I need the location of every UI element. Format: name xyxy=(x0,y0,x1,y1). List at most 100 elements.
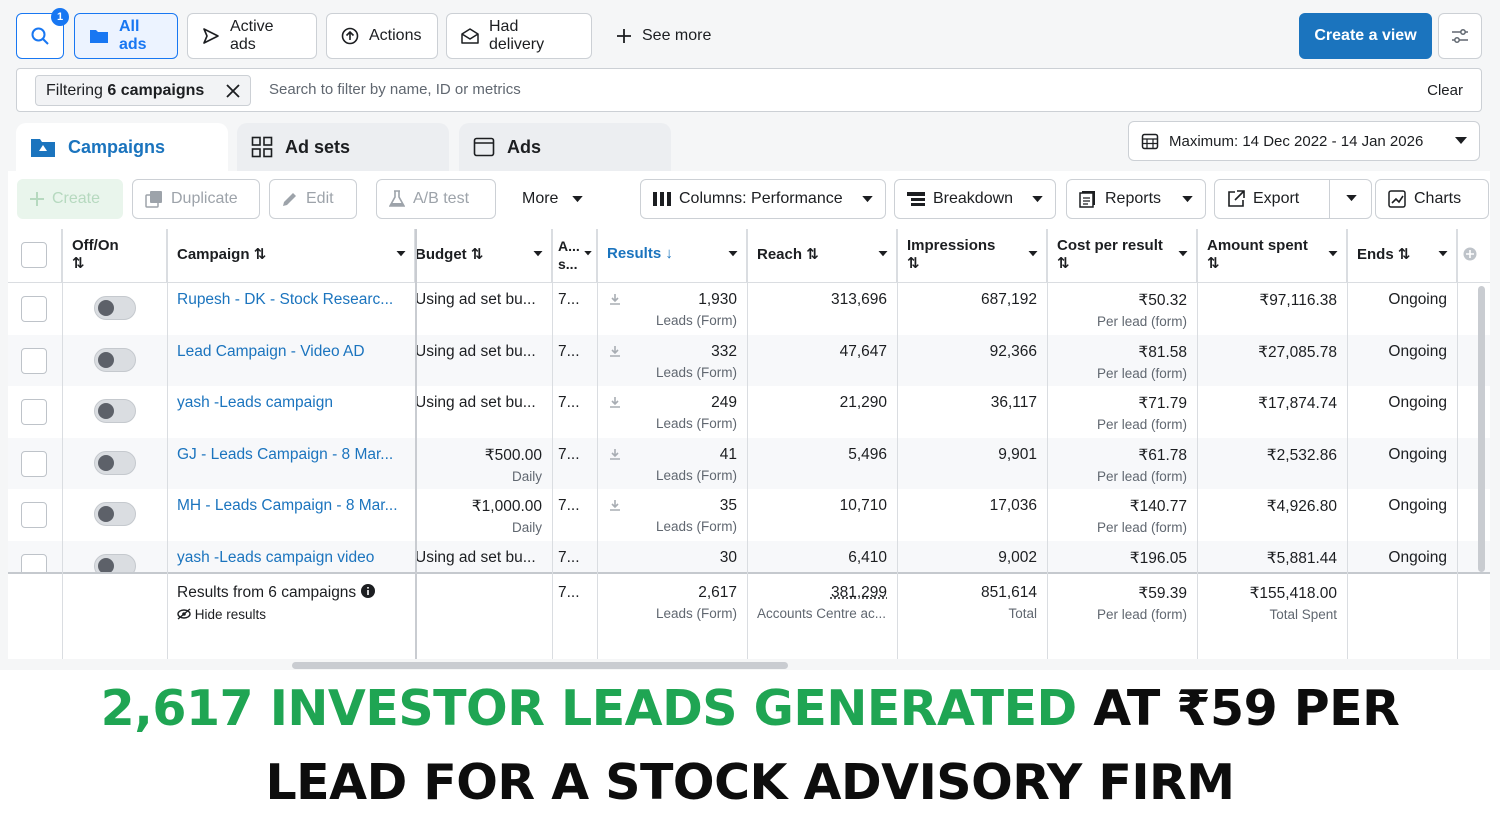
row-checkbox[interactable] xyxy=(21,554,47,572)
create-button[interactable]: Create xyxy=(17,179,123,219)
header-off-on[interactable]: Off/On ⇅ xyxy=(62,229,167,283)
columns-dropdown[interactable]: Columns: Performance xyxy=(640,179,886,219)
campaign-name-link[interactable]: Lead Campaign - Video AD xyxy=(177,343,365,360)
totals-impressions-value: 851,614 xyxy=(980,584,1037,601)
view-settings-button[interactable] xyxy=(1438,13,1482,59)
caret-down-icon xyxy=(1182,195,1193,202)
row-checkbox[interactable] xyxy=(21,502,47,529)
date-range-label: Maximum: 14 Dec 2022 - 14 Jan 2026 xyxy=(1169,132,1424,150)
duplicate-button[interactable]: Duplicate xyxy=(132,179,260,219)
caret-down-icon[interactable] xyxy=(1346,195,1357,202)
header-attribution[interactable]: A... s... xyxy=(552,229,597,283)
table-row[interactable]: yash -Leads campaign Using ad set bu... 7.… xyxy=(8,386,1490,437)
impressions-cell: 17,036 xyxy=(989,497,1037,515)
clear-button[interactable]: Clear xyxy=(1427,82,1463,99)
tab-ad-sets[interactable]: Ad sets xyxy=(237,123,449,171)
table-row[interactable]: Rupesh - DK - Stock Researc... Using ad s… xyxy=(8,283,1490,334)
search-button[interactable]: 1 xyxy=(16,8,69,59)
select-all-checkbox[interactable] xyxy=(21,242,47,268)
attribution-cell: 7... xyxy=(558,549,580,566)
charts-button[interactable]: Charts xyxy=(1375,179,1489,219)
table-row[interactable]: Lead Campaign - Video AD Using ad set bu.… xyxy=(8,334,1490,386)
edit-button[interactable]: Edit xyxy=(269,179,357,219)
campaign-toggle[interactable] xyxy=(94,399,136,424)
cpr-value: ₹81.58 xyxy=(1138,343,1187,361)
vertical-scrollbar[interactable] xyxy=(1478,286,1485,572)
header-results[interactable]: Results ↓ xyxy=(597,229,747,283)
header-budget[interactable]: Budget ⇅ xyxy=(415,229,552,283)
campaign-name-link[interactable]: GJ - Leads Campaign - 8 Mar... xyxy=(177,446,393,463)
budget-value: Using ad set bu... xyxy=(415,342,536,360)
actions-button[interactable]: Actions xyxy=(326,13,438,59)
create-view-button[interactable]: Create a view xyxy=(1299,13,1432,59)
all-ads-button[interactable]: All ads xyxy=(74,13,178,59)
budget-cell: Using ad set bu... xyxy=(415,541,552,572)
header-amount-spent[interactable]: Amount spent ⇅ xyxy=(1197,229,1347,283)
campaign-name-link[interactable]: yash -Leads campaign xyxy=(177,394,333,411)
header-ends[interactable]: Ends ⇅ xyxy=(1347,229,1457,283)
filter-chip-label: Filtering 6 campaigns xyxy=(46,81,205,99)
active-ads-button[interactable]: Active ads xyxy=(187,13,317,59)
campaign-toggle[interactable] xyxy=(94,502,136,527)
results-value: 249 xyxy=(711,394,737,412)
header-cost-per-result[interactable]: Cost per result ⇅ xyxy=(1047,229,1197,283)
info-icon[interactable] xyxy=(360,584,375,598)
totals-row: Results from 6 campaigns Hide results 7.… xyxy=(8,572,1490,659)
budget-value: Using ad set bu... xyxy=(415,394,536,412)
caret-down-icon xyxy=(1028,251,1038,257)
table-row[interactable]: GJ - Leads Campaign - 8 Mar... ₹500.00 Dai… xyxy=(8,437,1490,489)
row-checkbox[interactable] xyxy=(21,347,47,374)
select-all-header xyxy=(8,229,62,283)
column-divider xyxy=(1457,229,1458,659)
campaign-name-link[interactable]: MH - Leads Campaign - 8 Mar... xyxy=(177,497,398,514)
had-delivery-button[interactable]: Had delivery xyxy=(446,13,592,59)
campaign-toggle[interactable] xyxy=(94,450,136,475)
more-button[interactable]: More xyxy=(510,179,596,219)
attribution-cell: 7... xyxy=(558,342,580,360)
filter-chip[interactable]: Filtering 6 campaigns xyxy=(35,75,252,106)
totals-label-cell: Results from 6 campaigns Hide results xyxy=(167,574,415,659)
attribution-cell: 7... xyxy=(558,445,580,463)
caret-down-icon xyxy=(1178,251,1188,257)
row-checkbox[interactable] xyxy=(21,450,47,477)
tab-ads[interactable]: Ads xyxy=(459,123,671,171)
table-row[interactable]: MH - Leads Campaign - 8 Mar... ₹1,000.00 D… xyxy=(8,489,1490,540)
totals-reach: 381,299 Accounts Centre ac... xyxy=(747,574,897,659)
horizontal-scrollbar[interactable] xyxy=(292,662,788,669)
search-input[interactable]: Search to filter by name, ID or metrics xyxy=(269,81,521,98)
campaign-toggle[interactable] xyxy=(94,347,136,372)
breakdown-dropdown[interactable]: Breakdown xyxy=(894,179,1056,219)
row-checkbox[interactable] xyxy=(21,399,47,426)
cost-per-result-cell: ₹50.32 Per lead (form) xyxy=(1047,283,1197,334)
row-checkbox[interactable] xyxy=(21,296,47,322)
reports-dropdown[interactable]: Reports xyxy=(1066,179,1206,219)
ab-test-button[interactable]: A/B test xyxy=(376,179,496,219)
reach-cell: 313,696 xyxy=(830,291,887,308)
column-divider xyxy=(597,229,598,659)
hide-results-link[interactable]: Hide results xyxy=(177,607,405,622)
results-value: 332 xyxy=(711,342,737,360)
totals-reach-value[interactable]: 381,299 xyxy=(757,584,887,602)
header-reach[interactable]: Reach ⇅ xyxy=(747,229,897,283)
header-impressions[interactable]: Impressions ⇅ xyxy=(897,229,1047,283)
see-more-button[interactable]: See more xyxy=(602,13,725,59)
close-icon[interactable] xyxy=(226,83,240,98)
campaign-name-link[interactable]: Rupesh - DK - Stock Researc... xyxy=(177,291,393,308)
campaign-toggle[interactable] xyxy=(94,554,136,572)
table-row[interactable]: yash -Leads campaign video Using ad set b… xyxy=(8,541,1490,572)
results-cell: 249 Leads (Form) xyxy=(597,386,747,437)
edit-label: Edit xyxy=(306,190,334,207)
totals-cpr: ₹59.39 Per lead (form) xyxy=(1047,574,1197,659)
amount-spent-cell: ₹97,116.38 xyxy=(1259,292,1337,309)
add-column-header[interactable] xyxy=(1457,229,1490,283)
had-delivery-label: Had delivery xyxy=(489,18,545,53)
date-range-picker[interactable]: Maximum: 14 Dec 2022 - 14 Jan 2026 xyxy=(1128,121,1480,161)
campaign-toggle[interactable] xyxy=(94,296,136,320)
tab-campaigns[interactable]: Campaigns xyxy=(16,123,228,171)
export-button[interactable]: Export xyxy=(1214,179,1372,219)
actions-label: Actions xyxy=(369,27,422,44)
cpr-sub: Per lead (form) xyxy=(1096,365,1187,381)
header-campaign[interactable]: Campaign ⇅ xyxy=(167,229,415,283)
campaign-name-link[interactable]: yash -Leads campaign video xyxy=(177,549,374,566)
results-value: 35 xyxy=(719,497,737,515)
